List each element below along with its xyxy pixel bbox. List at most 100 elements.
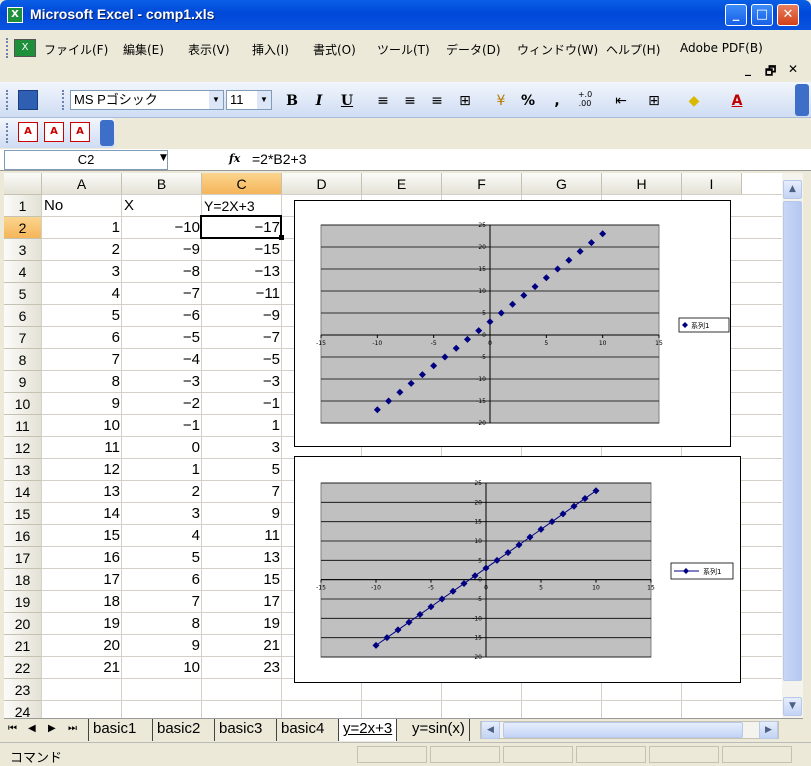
column-header-h[interactable]: H xyxy=(602,173,682,195)
comma-button[interactable]: , xyxy=(546,90,568,112)
merge-center-icon[interactable]: ⊞ xyxy=(454,90,476,112)
increase-decimal-button[interactable]: +.0 .00 xyxy=(574,90,596,112)
row-header-7[interactable]: 7 xyxy=(4,327,42,349)
close-button[interactable]: ✕ xyxy=(777,4,799,26)
row-header-19[interactable]: 19 xyxy=(4,591,42,613)
doc-close-button[interactable]: ✕ xyxy=(788,62,798,76)
select-all-corner[interactable] xyxy=(4,173,42,195)
row-header-2[interactable]: 2 xyxy=(4,217,42,239)
borders-icon[interactable]: ⊞ xyxy=(643,90,665,112)
cell-b6[interactable]: −6 xyxy=(122,305,202,327)
cell-b7[interactable]: −5 xyxy=(122,327,202,349)
cell-b16[interactable]: 4 xyxy=(122,525,202,547)
cell-c22[interactable]: 23 xyxy=(202,657,282,679)
cell-b21[interactable]: 9 xyxy=(122,635,202,657)
cell-c11[interactable]: 1 xyxy=(202,415,282,437)
row-header-23[interactable]: 23 xyxy=(4,679,42,701)
menu-data[interactable]: データ(D) xyxy=(446,41,501,58)
scroll-up-icon[interactable]: ▲ xyxy=(783,180,802,199)
cell-c20[interactable]: 19 xyxy=(202,613,282,635)
column-header-f[interactable]: F xyxy=(442,173,522,195)
cell-c10[interactable]: −1 xyxy=(202,393,282,415)
cell-b5[interactable]: −7 xyxy=(122,283,202,305)
toolbar-options-icon[interactable] xyxy=(795,84,809,116)
sheet-tab-basic3[interactable]: basic3 xyxy=(214,719,266,741)
font-size-select[interactable]: 11 ▼ xyxy=(226,90,272,110)
cell-b22[interactable]: 10 xyxy=(122,657,202,679)
maximize-button[interactable]: □ xyxy=(751,4,773,26)
column-header-a[interactable]: A xyxy=(42,173,122,195)
chevron-down-icon[interactable]: ▼ xyxy=(257,91,271,109)
cell-a9[interactable]: 8 xyxy=(42,371,122,393)
row-header-11[interactable]: 11 xyxy=(4,415,42,437)
row-header-14[interactable]: 14 xyxy=(4,481,42,503)
chevron-down-icon[interactable]: ▼ xyxy=(209,91,223,109)
row-header-5[interactable]: 5 xyxy=(4,283,42,305)
cell-b18[interactable]: 6 xyxy=(122,569,202,591)
workbook-icon[interactable]: X xyxy=(14,39,36,57)
cell-a11[interactable]: 10 xyxy=(42,415,122,437)
cell-a1[interactable]: No xyxy=(42,195,122,217)
align-center-icon[interactable]: ≡ xyxy=(399,90,421,112)
row-header-16[interactable]: 16 xyxy=(4,525,42,547)
cell-a14[interactable]: 13 xyxy=(42,481,122,503)
scroll-right-icon[interactable]: ▶ xyxy=(759,721,778,739)
cell-b14[interactable]: 2 xyxy=(122,481,202,503)
sheet-tab-basic2[interactable]: basic2 xyxy=(152,719,204,741)
row-header-22[interactable]: 22 xyxy=(4,657,42,679)
convert-pdf-icon[interactable]: A xyxy=(18,122,38,142)
row-header-8[interactable]: 8 xyxy=(4,349,42,371)
cell-b9[interactable]: −3 xyxy=(122,371,202,393)
cell-c7[interactable]: −7 xyxy=(202,327,282,349)
cell-a2[interactable]: 1 xyxy=(42,217,122,239)
indent-icon[interactable]: ⇤ xyxy=(610,90,632,112)
convert-pdf-email-icon[interactable]: A xyxy=(44,122,64,142)
scroll-left-icon[interactable]: ◀ xyxy=(481,721,500,739)
vertical-scrollbar[interactable]: ▲ ▼ xyxy=(782,173,803,718)
excel-app-icon[interactable]: X xyxy=(7,7,23,23)
toolbar-grip[interactable] xyxy=(6,123,9,143)
next-sheet-icon[interactable]: ▶ xyxy=(48,723,56,734)
sheet-tab-basic4[interactable]: basic4 xyxy=(276,719,328,741)
cell-c1[interactable]: Y=2X+3 xyxy=(202,195,282,217)
row-header-12[interactable]: 12 xyxy=(4,437,42,459)
cell-b13[interactable]: 1 xyxy=(122,459,202,481)
cell-b20[interactable]: 8 xyxy=(122,613,202,635)
cell-b2[interactable]: −10 xyxy=(122,217,202,239)
row-header-10[interactable]: 10 xyxy=(4,393,42,415)
column-header-e[interactable]: E xyxy=(362,173,442,195)
cell-a16[interactable]: 15 xyxy=(42,525,122,547)
column-header-d[interactable]: D xyxy=(282,173,362,195)
doc-restore-button[interactable]: 🗗 xyxy=(765,62,776,83)
cell-c21[interactable]: 21 xyxy=(202,635,282,657)
cell-c9[interactable]: −3 xyxy=(202,371,282,393)
cell-a3[interactable]: 2 xyxy=(42,239,122,261)
cell-a4[interactable]: 3 xyxy=(42,261,122,283)
cell-a15[interactable]: 14 xyxy=(42,503,122,525)
row-header-21[interactable]: 21 xyxy=(4,635,42,657)
menu-help[interactable]: ヘルプ(H) xyxy=(606,41,660,58)
cell-b12[interactable]: 0 xyxy=(122,437,202,459)
cell-a5[interactable]: 4 xyxy=(42,283,122,305)
cell-c8[interactable]: −5 xyxy=(202,349,282,371)
pdf-review-icon[interactable]: A xyxy=(70,122,90,142)
cell-a7[interactable]: 6 xyxy=(42,327,122,349)
cell-c13[interactable]: 5 xyxy=(202,459,282,481)
cell-a13[interactable]: 12 xyxy=(42,459,122,481)
cell-c6[interactable]: −9 xyxy=(202,305,282,327)
cell-a17[interactable]: 16 xyxy=(42,547,122,569)
fill-color-icon[interactable]: ◆ xyxy=(683,90,705,112)
toolbar-grip[interactable] xyxy=(6,90,9,110)
sheet-tab-ysinx[interactable]: y=sin(x) xyxy=(408,719,470,741)
cell-a8[interactable]: 7 xyxy=(42,349,122,371)
menu-insert[interactable]: 挿入(I) xyxy=(252,41,289,58)
row-header-20[interactable]: 20 xyxy=(4,613,42,635)
bold-button[interactable]: B xyxy=(281,90,303,112)
first-sheet-icon[interactable]: ⏮ xyxy=(8,723,17,734)
row-header-15[interactable]: 15 xyxy=(4,503,42,525)
row-header-13[interactable]: 13 xyxy=(4,459,42,481)
align-right-icon[interactable]: ≡ xyxy=(426,90,448,112)
fill-handle[interactable] xyxy=(279,235,284,240)
cell-b3[interactable]: −9 xyxy=(122,239,202,261)
cell-a18[interactable]: 17 xyxy=(42,569,122,591)
